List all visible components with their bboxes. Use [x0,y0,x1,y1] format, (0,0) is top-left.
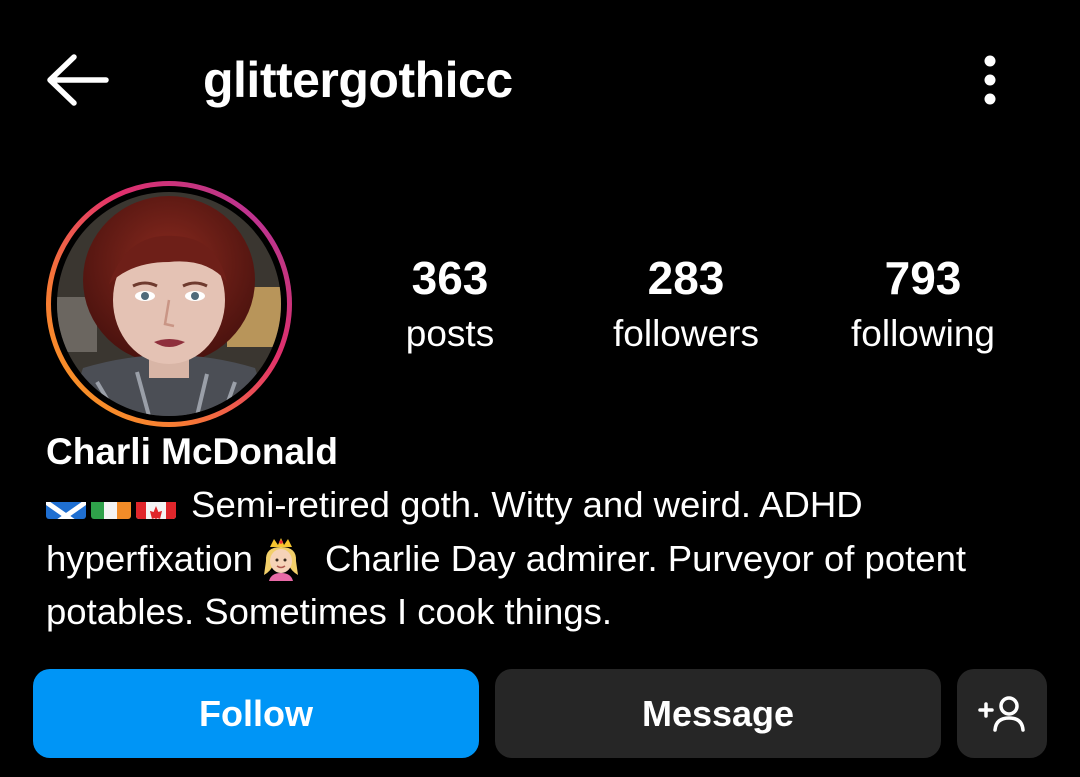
more-vertical-icon [984,55,996,105]
message-button-label: Message [641,692,795,734]
followers-label: followers [613,313,759,354]
follow-button[interactable]: Follow [33,669,479,758]
profile-username: glittergothicc [203,52,513,108]
bio-line-2: hyperfixation Charlie Day admirer. Purve… [46,532,1046,586]
followers-count: 283 [647,252,725,304]
profile-photo [57,192,281,416]
posts-label: posts [405,313,495,354]
avatar[interactable] [57,192,281,416]
bio-text-line-2a: hyperfixation [46,537,253,579]
following-stat[interactable]: 793 following [813,250,1033,356]
back-button[interactable] [40,46,116,114]
follow-button-label: Follow [199,692,313,734]
followers-stat[interactable]: 283 followers [576,250,796,356]
scotland-flag-icon [46,491,86,519]
bio-line-1: Semi-retired goth. Witty and weird. ADHD [46,478,1046,532]
display-name: Charli McDonald [46,431,338,472]
following-count: 793 [884,252,962,304]
more-options-button[interactable] [968,52,1012,108]
arrow-left-icon [47,54,109,106]
profile-header: glittergothicc [0,0,1080,160]
bio-text-line-2b: Charlie Day admirer. Purveyor of potent [324,537,967,579]
bio-text-line-1: Semi-retired goth. Witty and weird. ADHD [191,484,863,525]
story-ring[interactable] [46,181,292,427]
message-button[interactable]: Message [495,669,941,758]
posts-stat[interactable]: 363 posts [340,250,560,356]
profile-bio: Semi-retired goth. Witty and weird. ADHD… [46,478,1046,639]
following-label: following [851,313,995,354]
posts-count: 363 [411,252,489,304]
suggested-accounts-button[interactable] [957,669,1047,758]
ireland-flag-icon [91,491,131,519]
add-person-icon [978,695,1025,732]
bio-line-3: potables. Sometimes I cook things. [46,591,613,632]
canada-flag-icon [136,491,176,519]
princess-emoji-icon [261,537,301,581]
